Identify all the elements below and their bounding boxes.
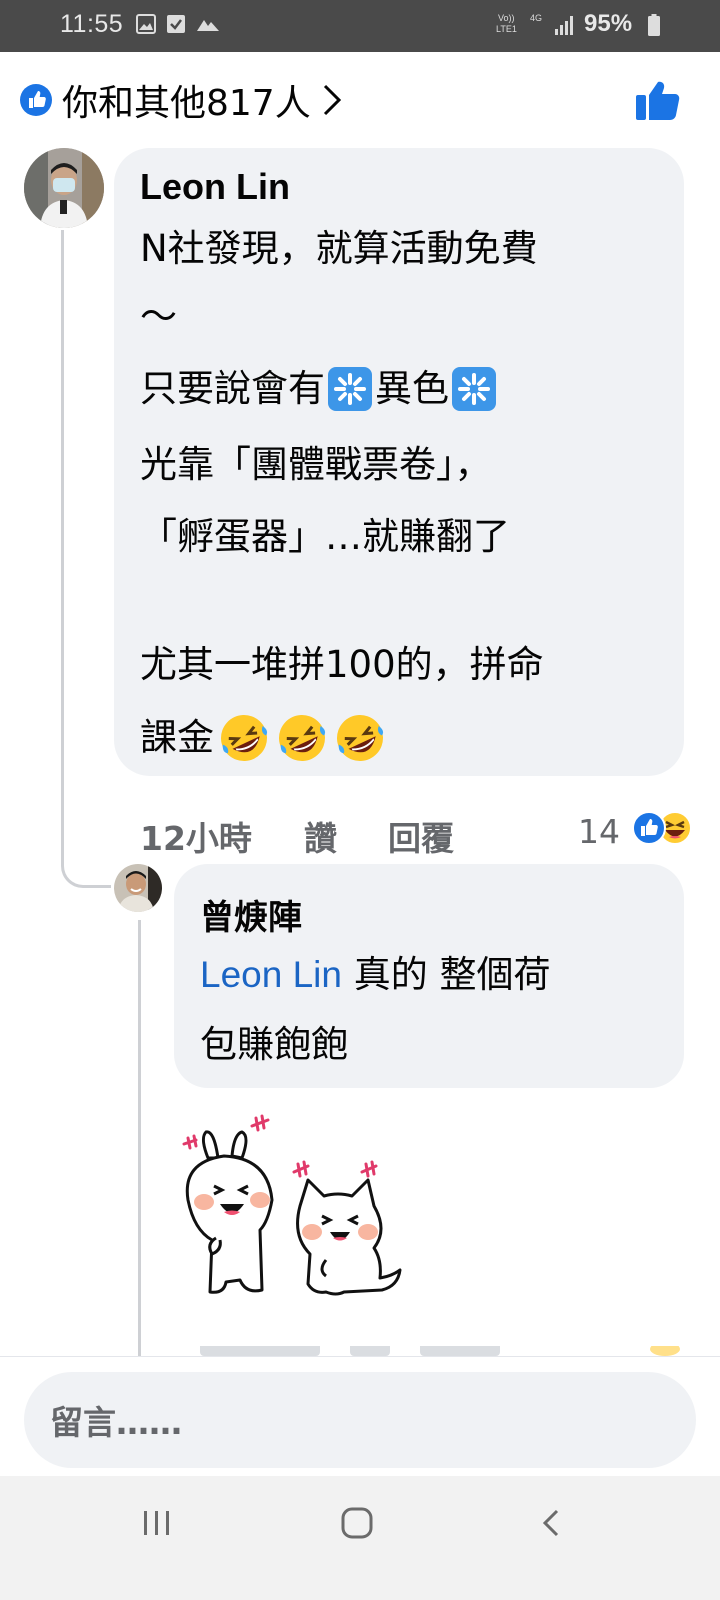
comment-text-segment: 異色 [375,367,449,410]
status-bar: 11:55 Vo)) LTE1 4G 95% [0,0,720,52]
like-button[interactable] [636,80,680,120]
like-reaction-icon [632,811,666,845]
comment-author[interactable]: Leon Lin [140,166,290,208]
reply-text-line: Leon Lin 真的 整個荷 [200,952,551,998]
reactions-group[interactable] [632,810,694,846]
comment-text-line: 「孵蛋器」…就賺翻了 [140,515,510,558]
comment-text-line: 尤其一堆拼100的，拼命 [140,643,544,686]
signal-icon [555,16,573,35]
chevron-right-icon [323,84,341,116]
comment-text-segment: 課金 [140,716,214,759]
rolling-laughing-emoji [337,715,384,761]
rolling-laughing-emoji [279,715,326,761]
comment-input-placeholder: 留言…… [50,1403,182,1442]
reply-author[interactable]: 曾焿陣 [200,890,302,939]
comment-text-line: N社發現，就算活動免費 [140,227,538,270]
image-notification-icon [136,14,156,34]
mention-link[interactable]: Leon Lin [200,954,342,995]
reply-link[interactable]: 回覆 [388,812,454,860]
comment-text-line: 光靠「團體戰票卷」， [140,443,492,486]
status-time: 11:55 [60,10,124,38]
thread-line [61,230,64,866]
comment-text-line: ～ [140,295,177,338]
sparkle-emoji [452,367,496,411]
reply-text-line: 包賺飽飽 [200,1023,348,1066]
comment-text-line: 課金 [140,712,388,764]
lte-label: LTE1 [496,24,517,34]
system-nav-bar [0,1476,720,1600]
back-icon[interactable] [540,1508,562,1538]
reaction-count[interactable]: 14 [578,812,620,851]
battery-percent: 95% [584,10,633,37]
comment-timestamp[interactable]: 12小時 [140,812,252,860]
rabbit-and-cat-laughing-sticker [182,1114,402,1296]
likes-count-text: 你和其他817人 [62,83,311,124]
volte-label: Vo)) [498,13,515,23]
reply-text-segment: 真的 整個荷 [341,953,551,996]
hidden-meta-row [200,1346,690,1356]
sparkle-emoji [328,367,372,411]
avatar[interactable] [24,148,104,228]
network-label: 4G [530,13,543,23]
like-link[interactable]: 讚 [304,812,337,860]
rolling-laughing-emoji [221,715,268,761]
like-reaction-icon [20,84,52,116]
comment-text-line: 只要說會有 異色 [140,366,497,412]
photo-notification-icon [197,20,219,31]
check-notification-icon [167,15,185,33]
battery-icon [648,14,660,36]
recents-icon[interactable] [142,1508,172,1538]
thread-curve [61,850,111,888]
home-icon[interactable] [340,1506,374,1540]
likes-summary[interactable]: 你和其他817人 [20,72,343,128]
reply-thread-line [138,920,141,1356]
avatar[interactable] [114,864,162,912]
comment-text-segment: 只要說會有 [140,367,325,410]
